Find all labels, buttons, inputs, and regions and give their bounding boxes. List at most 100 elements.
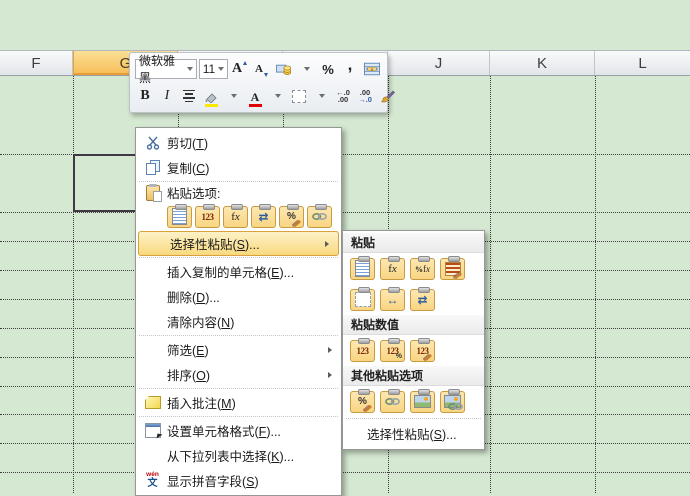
grow-font-button[interactable]: A (230, 58, 250, 80)
column-header-j[interactable]: J (388, 51, 490, 75)
paste-option-transpose[interactable]: ⇄ (251, 203, 276, 228)
paste-option-paste[interactable] (350, 255, 375, 280)
menu-item-show-phonetic[interactable]: wén 文显示拼音字段(S) (136, 468, 341, 493)
borders-button[interactable] (289, 85, 309, 107)
menu-item-cut[interactable]: 剪切(T) (136, 130, 341, 155)
increase-decimal-icon: ←.0 .00 (336, 87, 350, 104)
phonetic-wen-icon: wén 文 (146, 471, 159, 489)
submenu-icon-row: ↔ ⇄ (343, 284, 484, 315)
font-name-combo[interactable]: 微软雅黑 (135, 54, 197, 85)
paste-option-formatting[interactable]: % (350, 388, 375, 413)
paste-option-link[interactable] (380, 388, 405, 413)
mini-format-toolbar: 微软雅黑 11 A A % , a B I A ←.0 .00 .00 →.0 (129, 52, 395, 113)
submenu-icon-row: fx %fx (343, 253, 484, 284)
format-painter-brush-icon (380, 90, 395, 102)
menu-icon-gutter: wén 文 (138, 472, 167, 489)
format-cells-dialog-icon (144, 423, 161, 438)
paste-option-formulas[interactable]: fx (223, 203, 248, 228)
chevron-down-icon (186, 67, 193, 71)
accounting-format-dropdown[interactable] (296, 58, 316, 80)
paste-option-keep-column-widths[interactable]: ↔ (380, 286, 405, 311)
menu-icon-gutter (138, 423, 167, 438)
menu-separator (139, 257, 338, 258)
paste-option-link[interactable] (307, 203, 332, 228)
paste-option-formulas[interactable]: fx (380, 255, 405, 280)
submenu-section-title: 其他粘贴选项 (343, 366, 484, 386)
decrease-decimal-button[interactable]: .00 →.0 (355, 85, 375, 107)
mini-toolbar-row-2: B I A ←.0 .00 .00 →.0 (135, 83, 395, 109)
accounting-format-button[interactable] (274, 58, 294, 80)
cell-context-menu: 剪切(T) 复制(C) 粘贴选项: 123 fx ⇄% 选择性粘贴(S)... 插入复制的单元… (135, 127, 342, 496)
chevron-down-icon (231, 94, 237, 98)
paste-option-formatting[interactable]: % (279, 203, 304, 228)
menu-item-label: 设置单元格格式(F)... (167, 425, 281, 439)
paste-option-no-borders[interactable] (350, 286, 375, 311)
paste-option-linked-picture[interactable] (440, 388, 465, 413)
gridline (0, 212, 690, 213)
font-size-value: 11 (202, 62, 216, 76)
font-size-combo[interactable]: 11 (198, 59, 228, 79)
menu-item-insert-copied-cells[interactable]: 插入复制的单元格(E)... (136, 259, 341, 284)
paste-option-paste[interactable] (167, 203, 192, 228)
shrink-font-icon: A (255, 62, 263, 75)
menu-separator (139, 416, 338, 417)
menu-item-label: 清除内容(N) (167, 316, 235, 330)
menu-icon-gutter (138, 396, 167, 409)
merge-center-icon: a (364, 62, 380, 76)
menu-item-paste-special[interactable]: 选择性粘贴(S)... (138, 231, 339, 256)
paste-option-keep-source-formatting[interactable] (440, 255, 465, 280)
menu-item-label: 插入批注(M) (167, 397, 236, 411)
center-align-icon (183, 89, 195, 103)
font-color-button[interactable]: A (245, 85, 265, 107)
menu-item-label: 删除(D)... (167, 291, 220, 305)
paste-option-values-number-formatting[interactable]: 123% (380, 337, 405, 362)
gridline (73, 76, 74, 493)
gridline (595, 76, 596, 493)
menu-item-pick-from-list[interactable]: 从下拉列表中选择(K)... (136, 443, 341, 468)
font-color-dropdown[interactable] (267, 85, 287, 107)
menu-icon-gutter (138, 160, 167, 175)
italic-button[interactable]: I (157, 85, 177, 107)
submenu-item-paste-special[interactable]: 选择性粘贴(S)... (343, 420, 484, 447)
center-align-button[interactable] (179, 85, 199, 107)
scissors-icon (146, 136, 159, 150)
merge-center-button[interactable]: a (362, 58, 382, 80)
fill-color-button[interactable] (201, 85, 221, 107)
menu-item-filter[interactable]: 筛选(E) (136, 337, 341, 362)
menu-item-sort[interactable]: 排序(O) (136, 362, 341, 387)
submenu-section-title: 粘贴 (343, 233, 484, 253)
paste-option-picture[interactable] (410, 388, 435, 413)
menu-item-delete[interactable]: 删除(D)... (136, 284, 341, 309)
menu-item-label: 选择性粘贴(S)... (367, 428, 457, 442)
menu-item-label: 粘贴选项: (167, 187, 221, 201)
format-painter-button[interactable] (377, 85, 397, 107)
submenu-icon-row: % (343, 386, 484, 417)
menu-item-label: 从下拉列表中选择(K)... (167, 450, 295, 464)
chevron-down-icon (319, 94, 325, 98)
paste-option-values[interactable]: 123 (195, 203, 220, 228)
paste-option-transpose[interactable]: ⇄ (410, 286, 435, 311)
menu-item-format-cells[interactable]: 设置单元格格式(F)... (136, 418, 341, 443)
menu-item-insert-comment[interactable]: 插入批注(M) (136, 390, 341, 415)
percent-style-button[interactable]: % (318, 58, 338, 80)
menu-item-copy[interactable]: 复制(C) (136, 155, 341, 180)
comma-style-button[interactable]: , (340, 55, 360, 84)
increase-decimal-button[interactable]: ←.0 .00 (333, 85, 353, 107)
paste-option-formulas-number-formatting[interactable]: %fx (410, 255, 435, 280)
paste-option-values[interactable]: 123 (350, 337, 375, 362)
paste-special-submenu: 粘贴 fx %fx ↔ ⇄ 粘贴数值 123 123% 123 其他粘贴选项% 选择性粘贴(S)..… (342, 230, 485, 450)
menu-separator (139, 335, 338, 336)
shrink-font-button[interactable]: A (252, 58, 272, 80)
column-header-l[interactable]: L (595, 51, 690, 75)
column-header-k[interactable]: K (490, 51, 595, 75)
clipboard-paste-icon (145, 183, 162, 202)
paste-option-values-source-formatting[interactable]: 123 (410, 337, 435, 362)
menu-item-clear-contents[interactable]: 清除内容(N) (136, 309, 341, 334)
borders-dropdown[interactable] (311, 85, 331, 107)
menu-item-label: 剪切(T) (167, 137, 208, 151)
menu-item-label: 显示拼音字段(S) (167, 475, 259, 489)
fill-color-dropdown[interactable] (223, 85, 243, 107)
bold-button[interactable]: B (135, 85, 155, 107)
copy-icon (145, 160, 160, 175)
column-header-f[interactable]: F (0, 51, 73, 75)
